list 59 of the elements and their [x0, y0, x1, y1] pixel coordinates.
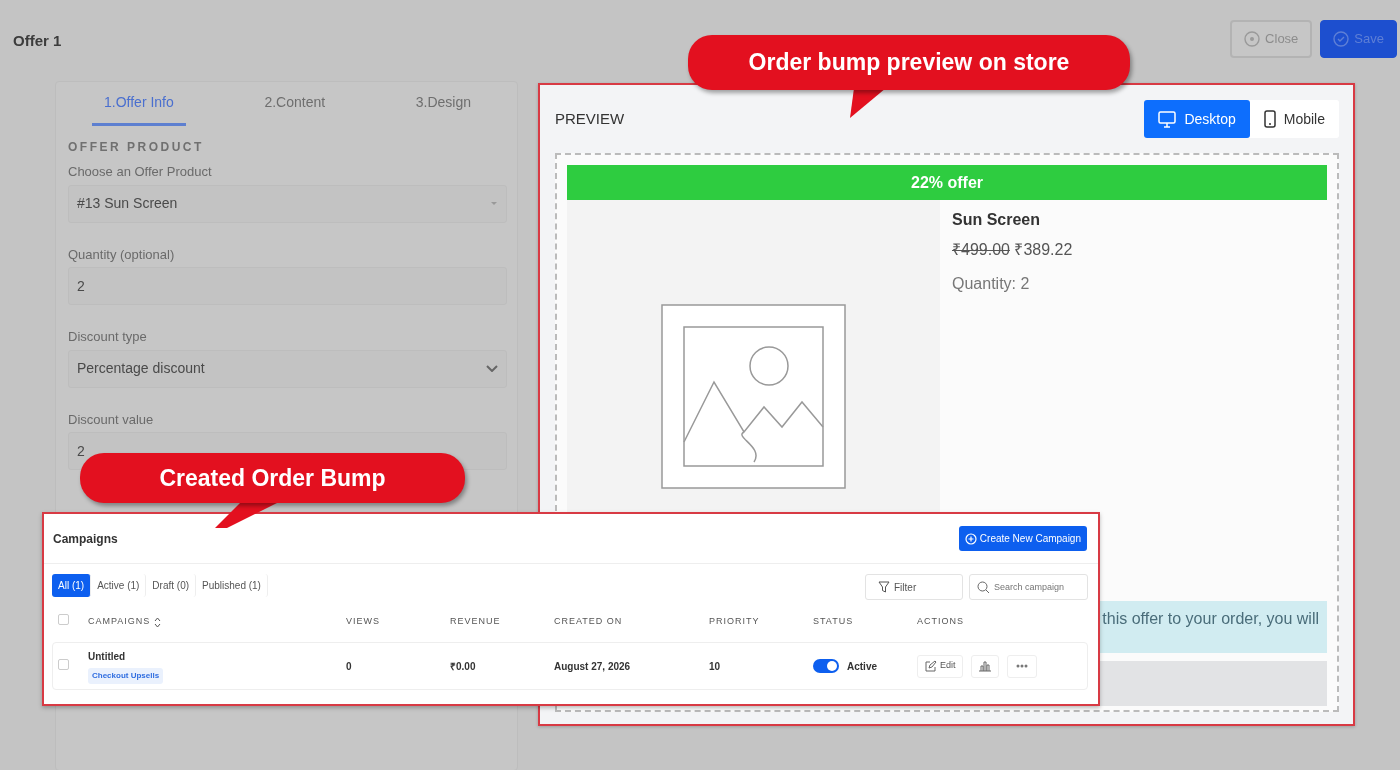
table-cell: August 27, 2026 — [554, 660, 631, 672]
section-title: OFFER PRODUCT — [68, 139, 205, 156]
create-campaign-button[interactable]: Create New Campaign — [958, 526, 1087, 551]
tab[interactable]: 3.Design — [403, 82, 483, 126]
status-text: Active — [847, 659, 877, 674]
column-header: STATUS — [813, 615, 855, 629]
page-title: Offer 1 — [13, 31, 62, 51]
column-header: PRIORITY — [709, 615, 761, 629]
field-label: Discount value — [68, 410, 155, 429]
search-field[interactable]: Search campaign — [969, 574, 1088, 600]
table-cell: 0 — [346, 660, 352, 672]
desktop-icon — [1158, 110, 1177, 128]
field-label: Quantity (optional) — [68, 245, 176, 264]
device-button[interactable]: Desktop — [1144, 100, 1250, 138]
select-field[interactable]: #13 Sun Screen — [68, 184, 507, 223]
toggle-switch[interactable] — [813, 659, 839, 673]
tab[interactable]: 1.Offer Info — [92, 82, 186, 126]
column-header: VIEWS — [346, 615, 381, 629]
edit-button[interactable]: Edit — [917, 654, 963, 678]
input-field[interactable]: 2 — [68, 267, 507, 305]
tab[interactable]: 2.Content — [252, 82, 338, 126]
close-icon — [1244, 31, 1261, 47]
image-icon — [661, 304, 846, 489]
quantity-text: Quantity: 2 — [952, 274, 1031, 294]
select-field[interactable]: Percentage discount — [68, 349, 507, 388]
field-label: Choose an Offer Product — [68, 163, 213, 181]
offer-text: this offer to your order, you will — [1102, 609, 1319, 629]
caret-icon — [490, 201, 498, 206]
column-header: CREATED ON — [554, 615, 624, 629]
preview-title: PREVIEW — [555, 108, 625, 129]
table-cell: ₹0.00 — [450, 660, 476, 672]
chevron-down-icon — [486, 365, 498, 372]
mobile-icon — [1263, 110, 1276, 128]
column-header: CAMPAIGNS — [88, 615, 151, 629]
funnel-icon — [878, 581, 890, 593]
sort-icon — [154, 616, 162, 628]
checkbox[interactable] — [58, 658, 69, 670]
stats-button[interactable] — [970, 654, 999, 678]
checkbox[interactable] — [58, 614, 69, 626]
panel-title: Campaigns — [53, 530, 118, 548]
product-name: Sun Screen — [952, 210, 1042, 230]
more-button[interactable] — [1006, 654, 1037, 678]
filter-button[interactable]: Filter — [865, 574, 963, 600]
plus-circle-icon — [964, 532, 977, 545]
search-icon — [977, 581, 989, 593]
bar-chart-icon — [977, 660, 992, 672]
offer-banner: 22% offer — [567, 165, 1327, 200]
edit-icon — [924, 660, 937, 672]
check-circle-icon — [1333, 31, 1350, 47]
table-cell: 10 — [709, 660, 721, 672]
more-icon — [1015, 664, 1028, 668]
field-label: Discount type — [68, 328, 148, 346]
campaign-name: Untitled — [88, 649, 127, 664]
filter-tab[interactable]: All (1) — [52, 574, 92, 597]
column-header: REVENUE — [450, 615, 502, 629]
original-price: ₹499.00 — [952, 241, 1010, 258]
column-header: ACTIONS — [917, 615, 964, 629]
sale-price: ₹389.22 — [1014, 241, 1073, 258]
campaign-tag: Checkout Upsells — [88, 667, 164, 684]
